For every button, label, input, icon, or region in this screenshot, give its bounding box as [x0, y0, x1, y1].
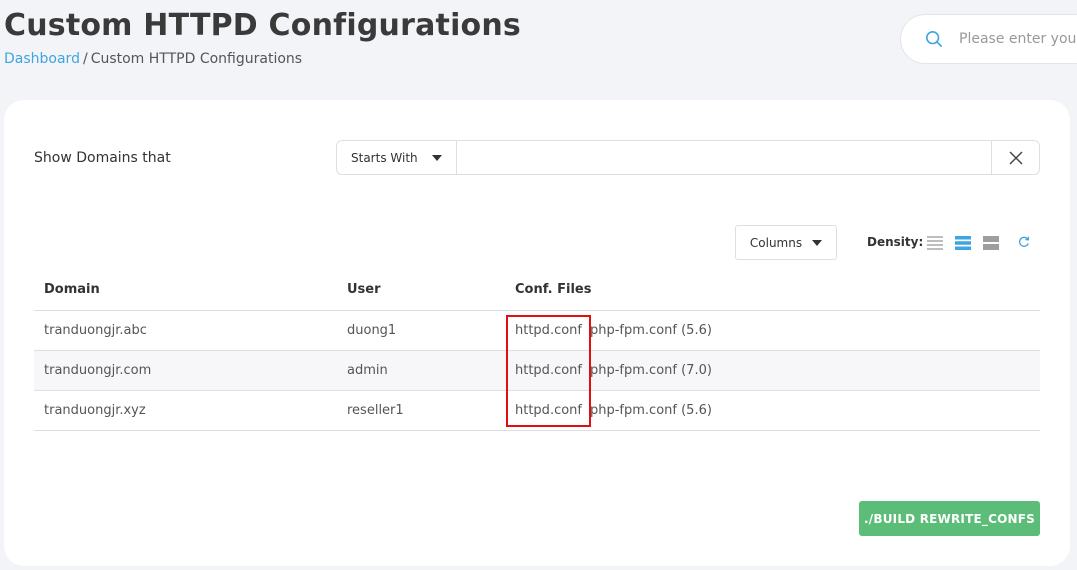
php-fpm-conf-link[interactable]: php-fpm.conf (7.0): [590, 363, 712, 378]
column-header-conf-files[interactable]: Conf. Files: [505, 270, 1040, 311]
page-title: Custom HTTPD Configurations: [4, 8, 521, 43]
httpd-conf-link[interactable]: httpd.conf: [515, 323, 582, 338]
column-header-domain[interactable]: Domain: [34, 270, 337, 311]
conf-files-cell: httpd.conf php-fpm.conf (7.0): [505, 350, 1040, 391]
table-row: tranduongjr.xyz reseller1 httpd.conf php-…: [34, 390, 1040, 431]
filter-mode-dropdown[interactable]: Starts With: [337, 141, 457, 174]
breadcrumb-separator: /: [82, 51, 88, 67]
breadcrumb-current: Custom HTTPD Configurations: [90, 51, 303, 67]
filter-mode-label: Starts With: [351, 150, 418, 165]
httpd-conf-link[interactable]: httpd.conf: [515, 363, 582, 378]
table-row: tranduongjr.com admin httpd.conf php-fpm.…: [34, 350, 1040, 391]
domain-cell: tranduongjr.abc: [34, 310, 337, 351]
user-cell: admin: [337, 350, 505, 391]
breadcrumb: Dashboard / Custom HTTPD Configurations: [4, 51, 302, 67]
refresh-icon[interactable]: [1017, 235, 1031, 249]
search-input[interactable]: [959, 31, 1077, 47]
php-fpm-conf-link[interactable]: php-fpm.conf (5.6): [590, 403, 712, 418]
php-fpm-conf-link[interactable]: php-fpm.conf (5.6): [590, 323, 712, 338]
density-compact-icon[interactable]: [927, 235, 943, 251]
filter-input[interactable]: [457, 141, 991, 174]
user-cell: duong1: [337, 310, 505, 351]
columns-button-label: Columns: [749, 235, 803, 250]
conf-files-cell: httpd.conf php-fpm.conf (5.6): [505, 310, 1040, 351]
table-header-row: Domain User Conf. Files: [34, 270, 1040, 311]
httpd-conf-link[interactable]: httpd.conf: [515, 403, 582, 418]
user-cell: reseller1: [337, 390, 505, 431]
table-row: tranduongjr.abc duong1 httpd.conf php-fpm…: [34, 310, 1040, 351]
density-standard-icon[interactable]: [955, 235, 971, 251]
filter-label: Show Domains that: [34, 150, 171, 166]
domain-filter: Starts With: [336, 140, 1040, 175]
density-comfortable-icon[interactable]: [983, 235, 999, 251]
breadcrumb-dashboard-link[interactable]: Dashboard: [4, 51, 80, 67]
search-icon[interactable]: [925, 29, 943, 49]
domains-table: Domain User Conf. Files tranduongjr.abc …: [34, 270, 1040, 431]
columns-button[interactable]: Columns: [735, 225, 837, 260]
caret-down-icon: [431, 154, 442, 161]
build-rewrite-confs-button[interactable]: ./BUILD REWRITE_CONFS: [859, 501, 1040, 536]
conf-files-cell: httpd.conf php-fpm.conf (5.6): [505, 390, 1040, 431]
clear-filter-button[interactable]: [991, 141, 1039, 174]
column-header-user[interactable]: User: [337, 270, 505, 311]
main-card: Show Domains that Starts With Columns De…: [4, 100, 1070, 566]
global-search: [900, 14, 1077, 64]
close-icon: [1009, 151, 1022, 164]
density-label: Density:: [867, 235, 924, 249]
domain-cell: tranduongjr.xyz: [34, 390, 337, 431]
domain-cell: tranduongjr.com: [34, 350, 337, 391]
caret-down-icon: [812, 239, 823, 246]
